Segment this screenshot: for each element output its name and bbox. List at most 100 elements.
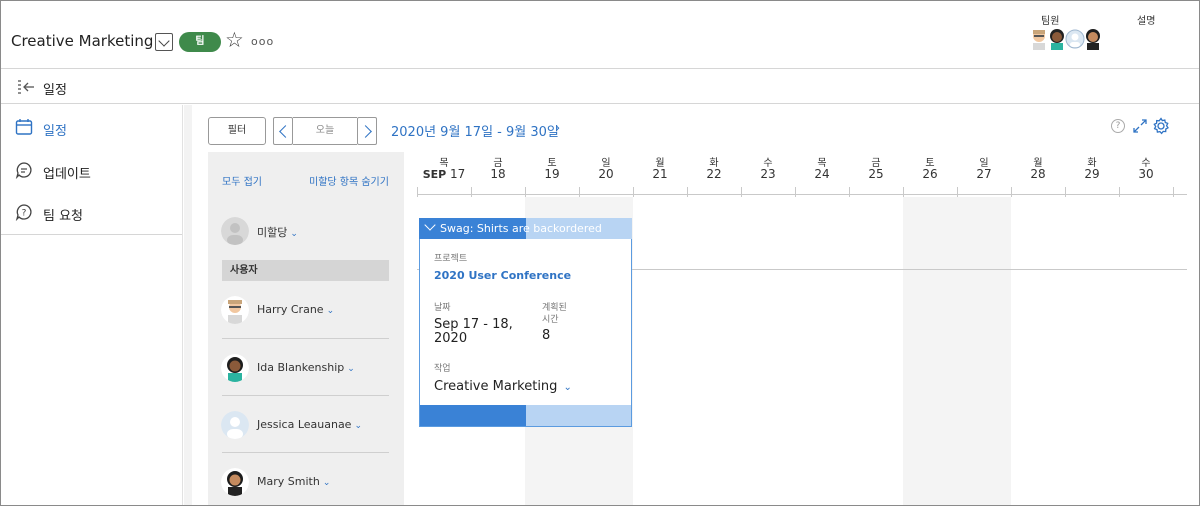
task-progress-footer — [420, 405, 631, 426]
chevron-down-icon[interactable]: ⌄ — [347, 364, 355, 374]
day-header: 월 28 — [1011, 154, 1065, 181]
help-icon[interactable]: ? — [1111, 119, 1125, 133]
timeline-tick — [633, 187, 634, 197]
app-window: Creative Marketing 팀 ☆ ooo 팀원 설명 일정 일정 업… — [0, 0, 1200, 506]
sidebar-item-updates[interactable]: 업데이트 — [1, 150, 182, 188]
timeline-tick — [957, 187, 958, 197]
weekday-label: 금 — [871, 158, 881, 169]
task-bar[interactable]: Swag: Shirts are backordered — [419, 218, 632, 239]
divider — [222, 395, 389, 396]
timeline-axis — [417, 194, 1187, 195]
assignee-dropdown[interactable]: Creative Marketing ⌄ — [434, 379, 572, 394]
timeline-tick — [1011, 187, 1012, 197]
list-item[interactable]: Jessica Leauanae ⌄ — [208, 405, 404, 445]
weekday-label: 월 — [1033, 158, 1043, 169]
day-number: 24 — [814, 167, 830, 181]
description-label[interactable]: 설명 — [1137, 12, 1155, 27]
day-header: 화 22 — [687, 154, 741, 181]
member-avatars[interactable] — [1029, 28, 1103, 50]
avatar — [221, 354, 249, 382]
day-number: 26 — [922, 167, 938, 181]
date-value-line1: Sep 17 - 18, — [434, 317, 513, 332]
person-name: Jessica Leauanae ⌄ — [257, 418, 362, 431]
calendar-icon — [15, 118, 33, 136]
project-link[interactable]: 2020 User Conference — [434, 269, 571, 282]
chevron-down-icon[interactable]: ⌄ — [354, 421, 362, 431]
team-switcher-dropdown[interactable] — [155, 33, 173, 51]
day-header: 수 30 — [1119, 154, 1173, 181]
weekday-label: 화 — [709, 158, 719, 169]
timeline-tick — [417, 187, 418, 197]
chevron-down-icon[interactable]: ⌄ — [563, 382, 571, 393]
month-label: SEP — [422, 168, 447, 181]
day-header: 토 26 — [903, 154, 957, 181]
sidebar-item-team-requests[interactable]: ? 팀 요청 — [1, 192, 182, 230]
day-number: 27 — [976, 167, 992, 181]
question-bubble-icon: ? — [15, 203, 33, 222]
weekday-label: 수 — [763, 158, 773, 169]
unassigned-row[interactable]: 미할당 ⌄ — [208, 211, 404, 251]
sidebar-item-label: 팀 요청 — [43, 209, 84, 224]
day-number: 29 — [1084, 167, 1100, 181]
weekday-label: 월 — [655, 158, 665, 169]
next-period-button[interactable] — [357, 117, 377, 145]
sidebar-item-label: 업데이트 — [43, 167, 91, 182]
day-number: 22 — [706, 167, 722, 181]
today-button[interactable]: 오늘 — [293, 117, 357, 145]
timeline-tick — [1065, 187, 1066, 197]
day-number: 28 — [1030, 167, 1046, 181]
timeline-tick — [1173, 187, 1174, 197]
chevron-right-icon[interactable]: › — [555, 121, 560, 136]
weekend-shading — [903, 197, 1011, 505]
expand-icon[interactable] — [1132, 118, 1148, 134]
previous-period-button[interactable] — [273, 117, 293, 145]
task-progress-done — [420, 405, 526, 426]
collapse-all-link[interactable]: 모두 접기 — [222, 173, 262, 188]
chevron-down-icon[interactable]: ⌄ — [323, 478, 331, 488]
list-item[interactable]: Ida Blankenship ⌄ — [208, 348, 404, 388]
avatar[interactable] — [1083, 28, 1103, 50]
weekday-label: 토 — [925, 158, 935, 169]
chat-bubble-icon — [15, 161, 33, 180]
day-header: 월 21 — [633, 154, 687, 181]
timeline-tick — [687, 187, 688, 197]
day-header: 화 29 — [1065, 154, 1119, 181]
avatar[interactable] — [1029, 28, 1049, 50]
avatar[interactable] — [1065, 28, 1085, 50]
sidebar-item-schedule[interactable]: 일정 — [1, 107, 182, 145]
team-header: Creative Marketing 팀 ☆ ooo 팀원 설명 — [1, 1, 1199, 69]
chevron-down-icon[interactable]: ⌄ — [290, 229, 298, 239]
more-options-icon[interactable]: ooo — [251, 35, 274, 48]
day-header: 일 27 — [957, 154, 1011, 181]
timeline-tick — [525, 187, 526, 197]
filter-button[interactable]: 필터 — [208, 117, 266, 145]
divider — [222, 452, 389, 453]
collapse-panel-icon[interactable] — [16, 79, 36, 95]
schedule-subheader: 일정 — [1, 70, 1199, 104]
task-details-popover: 프로젝트 2020 User Conference 날짜 Sep 17 - 18… — [419, 239, 632, 427]
list-item[interactable]: Mary Smith ⌄ — [208, 462, 404, 502]
weekday-label: 금 — [493, 158, 503, 169]
day-number: 23 — [760, 167, 776, 181]
day-number: 18 — [490, 167, 506, 181]
timeline-tick — [903, 187, 904, 197]
person-name: Harry Crane ⌄ — [257, 303, 335, 316]
timeline-tick — [741, 187, 742, 197]
list-item[interactable]: Harry Crane ⌄ — [208, 290, 404, 330]
day-header: 수 23 — [741, 154, 795, 181]
assignee-label: 작업 — [434, 364, 451, 374]
chevron-down-icon[interactable]: ⌄ — [327, 306, 335, 316]
weekday-label: 일 — [601, 158, 611, 169]
avatar — [221, 217, 249, 245]
day-header: 일 20 — [579, 154, 633, 181]
settings-gear-icon[interactable] — [1152, 117, 1170, 135]
project-label: 프로젝트 — [434, 254, 468, 264]
person-name: Mary Smith ⌄ — [257, 475, 331, 488]
avatar[interactable] — [1047, 28, 1067, 50]
favorite-star-icon[interactable]: ☆ — [225, 30, 244, 51]
timeline-tick — [1119, 187, 1120, 197]
hide-unassigned-link[interactable]: 미할당 항목 숨기기 — [309, 173, 389, 188]
page-title: 일정 — [43, 83, 67, 98]
avatar — [221, 468, 249, 496]
date-range-picker[interactable]: 2020년 9월 17일 - 9월 30일 — [391, 121, 559, 140]
